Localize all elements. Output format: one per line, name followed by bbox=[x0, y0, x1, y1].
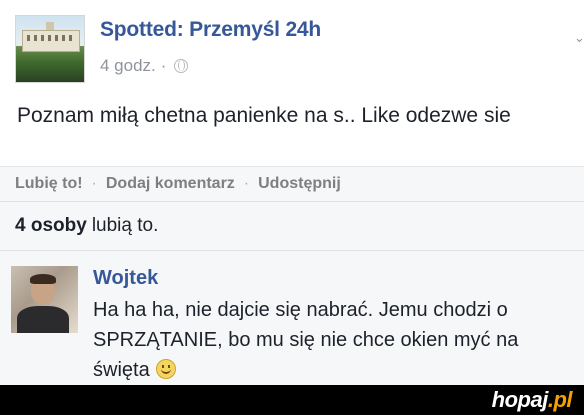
likes-count-link[interactable]: 4 osoby bbox=[15, 215, 87, 237]
commenter-name-link[interactable]: Wojtek bbox=[93, 267, 158, 290]
like-button[interactable]: Lubię to! bbox=[15, 175, 83, 193]
action-separator: · bbox=[91, 175, 97, 192]
meta-separator: · bbox=[160, 56, 167, 75]
post-meta: 4 godz. · bbox=[100, 56, 189, 76]
post-action-bar: Lubię to! · Dodaj komentarz · Udostępnij bbox=[0, 166, 584, 201]
comment-text: Ha ha ha, nie dajcie się nabrać. Jemu ch… bbox=[93, 295, 584, 385]
watermark-suffix: .pl bbox=[547, 387, 573, 412]
commenter-avatar[interactable] bbox=[11, 266, 78, 333]
post-body-text: Poznam miłą chetna panienke na s.. Like … bbox=[17, 104, 511, 127]
comment-button[interactable]: Dodaj komentarz bbox=[106, 175, 235, 193]
avatar-hair bbox=[30, 274, 56, 284]
watermark-bar: hopaj.pl bbox=[0, 385, 584, 415]
post-timestamp[interactable]: 4 godz. bbox=[100, 56, 156, 76]
watermark-logo: hopaj.pl bbox=[491, 387, 573, 413]
likes-label: lubią to. bbox=[91, 215, 159, 236]
globe-icon bbox=[174, 59, 189, 73]
avatar-building bbox=[22, 30, 80, 52]
facebook-post: Spotted: Przemyśl 24h 4 godz. · ⌄ Poznam… bbox=[0, 0, 584, 386]
page-name-link[interactable]: Spotted: Przemyśl 24h bbox=[100, 18, 321, 42]
share-button[interactable]: Udostępnij bbox=[258, 175, 341, 193]
likes-summary: 4 osoby lubią to. bbox=[0, 201, 584, 250]
avatar-body bbox=[17, 306, 69, 333]
chevron-down-icon[interactable]: ⌄ bbox=[574, 30, 584, 45]
comment-item: Wojtek Ha ha ha, nie dajcie się nabrać. … bbox=[0, 250, 584, 386]
watermark-name: hopaj bbox=[491, 387, 549, 412]
action-separator: · bbox=[243, 175, 250, 192]
page-avatar[interactable] bbox=[15, 15, 85, 83]
smiley-icon bbox=[155, 359, 176, 379]
